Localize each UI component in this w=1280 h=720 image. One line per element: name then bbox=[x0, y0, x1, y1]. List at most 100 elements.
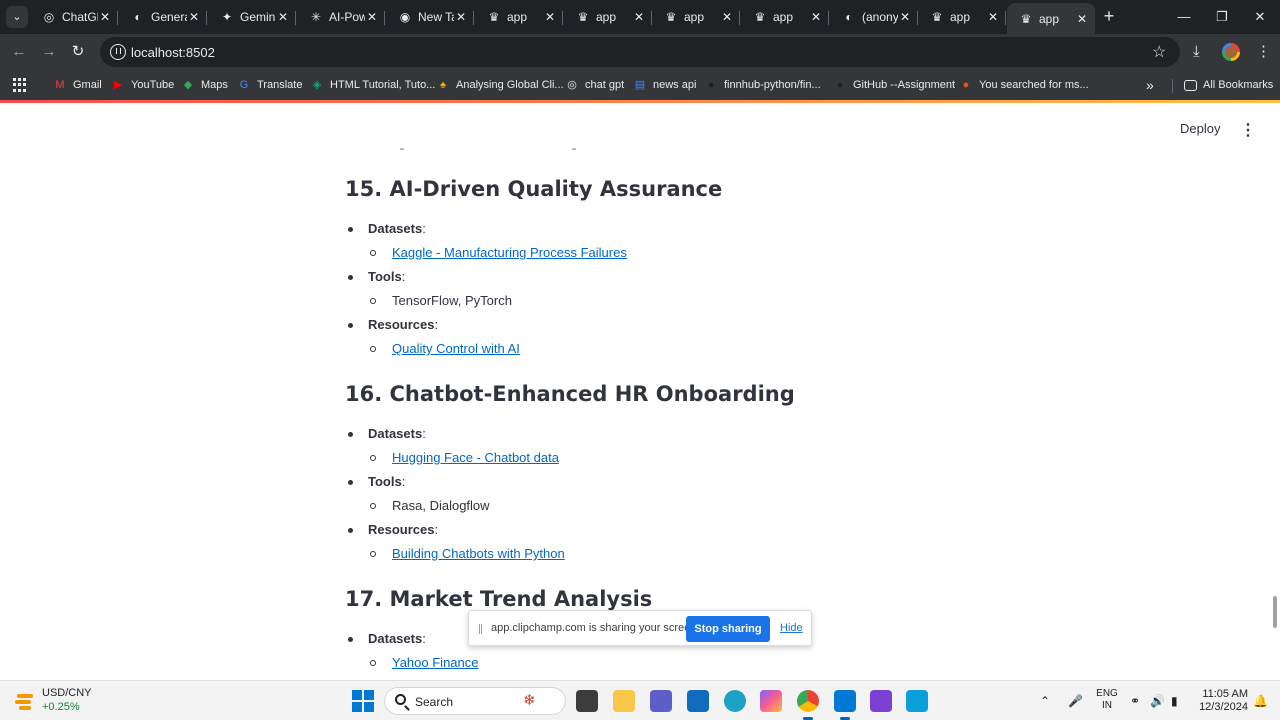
resource-link[interactable]: Yahoo Finance bbox=[392, 655, 479, 670]
region-code: IN bbox=[1102, 700, 1112, 711]
bookmark-item[interactable]: ▶ YouTube bbox=[111, 76, 174, 94]
browser-tab[interactable]: ◉ New Tab✕ bbox=[386, 4, 474, 30]
bookmark-item[interactable]: ▤ news api bbox=[633, 76, 697, 94]
taskbar: USD/CNY +0.25% Search ❄ ⌃ 🎤 ENG IN ⚭ 🔊 ▮… bbox=[0, 680, 1280, 720]
battery-icon[interactable]: ▮ bbox=[1171, 694, 1178, 708]
tab-close-icon[interactable]: ✕ bbox=[543, 10, 557, 24]
site-info-icon[interactable] bbox=[110, 44, 126, 60]
chevron-up-icon[interactable]: ⌃ bbox=[1040, 694, 1050, 708]
streamlit-icon: ♛ bbox=[754, 10, 766, 24]
tab-close-icon[interactable]: ✕ bbox=[809, 10, 823, 24]
browser-tab[interactable]: ◎ ChatGPT✕ bbox=[30, 4, 118, 30]
profile-avatar[interactable] bbox=[1222, 43, 1240, 61]
more-bookmarks-button[interactable]: » bbox=[1146, 76, 1154, 94]
stocks-widget-icon[interactable] bbox=[15, 691, 35, 711]
circle-bullet-icon bbox=[370, 551, 376, 557]
main-menu-icon[interactable]: ⋮ bbox=[1240, 122, 1256, 140]
tab-close-icon[interactable]: ✕ bbox=[276, 10, 290, 24]
browser-tab[interactable]: ◐ (anony ✕ bbox=[830, 4, 918, 30]
bookmark-item[interactable]: M Gmail bbox=[53, 76, 101, 94]
resource-link[interactable]: Building Chatbots with Python bbox=[392, 546, 565, 561]
tab-close-icon[interactable]: ✕ bbox=[454, 10, 468, 24]
back-icon[interactable]: ← bbox=[10, 43, 28, 61]
apps-grid-icon[interactable] bbox=[13, 78, 27, 92]
bookmark-star-icon[interactable]: ☆ bbox=[1152, 42, 1166, 62]
bookmark-item[interactable]: G Translate bbox=[237, 76, 303, 94]
tab-search-button[interactable]: ⌄ bbox=[6, 6, 28, 28]
bookmark-item[interactable]: ♠ Analysing Global Cli... bbox=[436, 76, 564, 94]
file-explorer-icon[interactable] bbox=[613, 690, 635, 712]
tab-title: app bbox=[596, 10, 617, 24]
volume-icon[interactable]: 🔊 bbox=[1150, 694, 1165, 708]
windows-start-icon[interactable] bbox=[352, 690, 374, 712]
tab-close-icon[interactable]: ✕ bbox=[365, 10, 379, 24]
chrome-taskbar-icon[interactable] bbox=[797, 690, 819, 720]
maps-icon: ◆ bbox=[183, 79, 193, 91]
taskbar-search-box[interactable]: Search ❄ bbox=[384, 687, 566, 715]
edge-icon[interactable] bbox=[724, 690, 746, 712]
clock[interactable]: 11:05 AM 12/3/2024 bbox=[1196, 688, 1248, 714]
openai-icon: ◎ bbox=[43, 10, 55, 24]
browser-tab[interactable]: ♛ app ✕ bbox=[1007, 3, 1095, 34]
tab-close-icon[interactable]: ✕ bbox=[986, 10, 1000, 24]
reload-icon[interactable]: ↻ bbox=[69, 43, 87, 61]
chrome-icon: ◉ bbox=[399, 10, 411, 24]
minimize-button[interactable]: — bbox=[1174, 8, 1194, 26]
tab-close-icon[interactable]: ✕ bbox=[898, 10, 912, 24]
browser-tab[interactable]: ♛ app ✕ bbox=[918, 4, 1006, 30]
bookmark-item[interactable]: ◈ HTML Tutorial, Tuto... bbox=[310, 76, 436, 94]
browser-tab[interactable]: ◐ Generative✕ bbox=[119, 4, 207, 30]
browser-tab[interactable]: ♛ app ✕ bbox=[475, 4, 563, 30]
notification-bell-icon[interactable]: 🔔 bbox=[1253, 694, 1268, 708]
task-view-icon[interactable] bbox=[576, 690, 598, 712]
item-label: Resources bbox=[368, 317, 435, 332]
browser-tab[interactable]: ♛ app ✕ bbox=[652, 4, 740, 30]
wifi-icon[interactable]: ⚭ bbox=[1130, 694, 1140, 708]
browser-tab[interactable]: ✦ Gemini ✕ bbox=[208, 4, 296, 30]
restore-button[interactable]: ❐ bbox=[1212, 8, 1232, 26]
downloads-icon[interactable]: ⤓ bbox=[1193, 43, 1200, 61]
hide-link[interactable]: Hide bbox=[780, 622, 803, 634]
resource-link[interactable]: Kaggle - Manufacturing Process Failures bbox=[392, 245, 627, 260]
new-tab-button[interactable]: + bbox=[1100, 7, 1118, 26]
item-label: Datasets bbox=[368, 631, 423, 646]
tab-close-icon[interactable]: ✕ bbox=[632, 10, 646, 24]
browser-tab[interactable]: ✳ AI-Powered✕ bbox=[297, 4, 385, 30]
bookmark-item[interactable]: ● finnhub-python/fin... bbox=[704, 76, 821, 94]
list-item: Tools: bbox=[348, 472, 405, 492]
bookmark-item[interactable]: ◎ chat gpt bbox=[565, 76, 624, 94]
tab-close-icon[interactable]: ✕ bbox=[720, 10, 734, 24]
language-indicator[interactable]: ENG IN bbox=[1096, 688, 1118, 712]
app-window-icon[interactable] bbox=[906, 690, 928, 712]
deploy-button[interactable]: Deploy bbox=[1180, 121, 1220, 136]
bookmark-item[interactable]: ◆ Maps bbox=[181, 76, 228, 94]
address-bar[interactable]: localhost:8502 ☆ bbox=[100, 37, 1180, 67]
all-bookmarks-button[interactable]: All Bookmarks bbox=[1184, 76, 1273, 94]
ticker-symbol[interactable]: USD/CNY bbox=[42, 687, 92, 699]
mail-icon[interactable] bbox=[687, 690, 709, 712]
ticker-change[interactable]: +0.25% bbox=[42, 701, 80, 713]
browser-tab[interactable]: ♛ app ✕ bbox=[564, 4, 652, 30]
page-scrollbar[interactable] bbox=[1273, 596, 1277, 628]
copilot-icon[interactable] bbox=[760, 690, 782, 712]
close-window-button[interactable]: ✕ bbox=[1250, 8, 1270, 26]
item-value: Rasa, Dialogflow bbox=[392, 498, 490, 513]
teams-icon[interactable] bbox=[650, 690, 672, 712]
bookmark-item[interactable]: ● You searched for ms... bbox=[959, 76, 1089, 94]
browser-menu-icon[interactable]: ⋮ bbox=[1256, 43, 1271, 61]
microphone-icon[interactable]: 🎤 bbox=[1068, 694, 1083, 708]
bookmark-item[interactable]: ● GitHub --Assignment bbox=[833, 76, 955, 94]
resource-link[interactable]: Hugging Face - Chatbot data bbox=[392, 450, 559, 465]
clipchamp-icon[interactable] bbox=[870, 690, 892, 712]
forward-icon[interactable]: → bbox=[40, 43, 58, 61]
tab-close-icon[interactable]: ✕ bbox=[187, 10, 201, 24]
vscode-icon[interactable] bbox=[834, 690, 856, 720]
url-text[interactable]: localhost:8502 bbox=[131, 45, 215, 60]
tab-close-icon[interactable]: ✕ bbox=[1075, 12, 1089, 26]
resource-link[interactable]: Quality Control with AI bbox=[392, 341, 520, 356]
tab-close-icon[interactable]: ✕ bbox=[98, 10, 112, 24]
tab-title: AI-Powered bbox=[329, 10, 365, 24]
browser-tab[interactable]: ♛ app ✕ bbox=[741, 4, 829, 30]
stop-sharing-button[interactable]: Stop sharing bbox=[686, 616, 770, 642]
drag-handle-icon[interactable] bbox=[479, 624, 482, 634]
